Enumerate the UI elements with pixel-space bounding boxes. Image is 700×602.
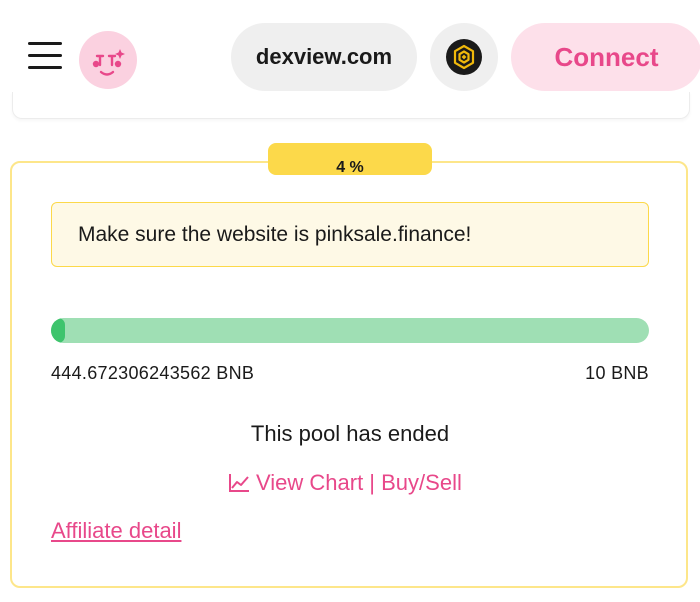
view-chart-link[interactable]: View Chart | Buy/Sell — [228, 469, 462, 497]
chart-link-label: View Chart | Buy/Sell — [256, 470, 462, 495]
percent-label: 4 % — [336, 159, 364, 176]
chain-selector-button[interactable] — [430, 23, 498, 91]
top-header: dexview.com Connect — [0, 0, 700, 119]
progress-bar — [51, 318, 649, 343]
hamburger-menu-icon[interactable] — [28, 40, 62, 72]
affiliate-detail-link[interactable]: Affiliate detail — [51, 518, 181, 544]
cap-amount: 10 BNB — [585, 363, 649, 383]
connect-wallet-button[interactable]: Connect — [511, 23, 700, 91]
progress-fill — [51, 318, 65, 343]
line-chart-icon — [229, 474, 249, 492]
dexview-site-button[interactable]: dexview.com — [231, 23, 417, 91]
progress-percent-badge: 4 % — [268, 143, 432, 176]
website-warning-notice: Make sure the website is pinksale.financ… — [51, 202, 649, 267]
logo-face-icon — [92, 49, 125, 76]
notice-text: Make sure the website is pinksale.financ… — [78, 222, 472, 246]
site-label: dexview.com — [255, 44, 393, 69]
bnb-chain-icon — [446, 39, 482, 75]
pool-status-text: This pool has ended — [250, 421, 450, 446]
pinksale-logo-icon[interactable] — [79, 31, 137, 89]
top-panel-edge — [12, 92, 690, 119]
raised-amount: 444.672306243562 BNB — [51, 363, 255, 383]
